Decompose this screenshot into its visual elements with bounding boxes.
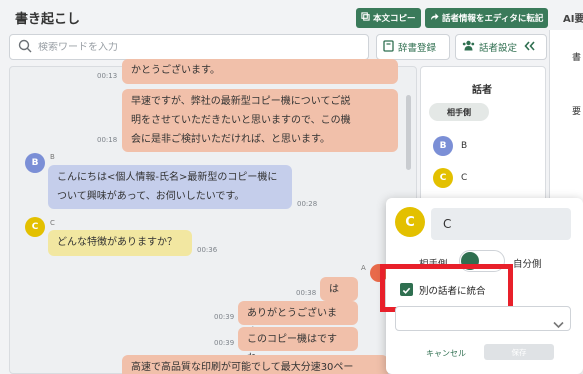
message-time: 00:18	[97, 136, 118, 144]
ai-text: 要	[572, 107, 582, 117]
speaker-avatar-b: B	[25, 153, 45, 173]
speaker-name: C	[461, 173, 468, 183]
message-bubble: かとうございます。	[122, 59, 398, 84]
copy-icon	[361, 12, 370, 24]
message-bubble: ありがとうございます。	[238, 301, 358, 338]
message-bubble: どんな特徴がありますか？	[48, 230, 192, 256]
speaker-name-input[interactable]	[431, 208, 571, 240]
speaker-avatar-c: C	[395, 207, 425, 237]
search-icon	[18, 38, 32, 57]
book-icon	[383, 39, 394, 55]
message-line: 明をさせていただきたいと思いますので、この機	[131, 115, 351, 126]
speaker-panel-title: 話者	[472, 85, 492, 96]
chevron-down-icon	[553, 314, 564, 333]
copy-text-button[interactable]: 本文コピー	[356, 8, 421, 28]
double-chevron-left-icon	[524, 40, 535, 54]
speaker-avatar-c: C	[25, 217, 45, 237]
ai-summary-label: AI要	[563, 14, 583, 25]
message-text: 高速で高品質な印刷が可能でして最大分速30ペー	[131, 362, 354, 373]
message-time: 00:28	[297, 200, 318, 208]
speaker-avatar-c: C	[433, 168, 453, 188]
message-time: 00:39	[214, 313, 235, 321]
transfer-to-editor-button[interactable]: 話者情報をエディタに転記	[425, 8, 548, 28]
message-text: かとうございます。	[131, 65, 220, 76]
message-line: こんにちは<個人情報-氏名>最新型のコピー機に	[57, 172, 278, 183]
message-bubble: こんにちは<個人情報-氏名>最新型のコピー機に ついて興味があって、お伺いしたい…	[48, 165, 292, 209]
message-line: 早速ですが、弊社の最新型コピー機についてご説	[131, 96, 351, 107]
speaker-item-b[interactable]: B B	[433, 136, 467, 156]
message-text: どんな特徴がありますか？	[57, 237, 177, 248]
message-bubble: このコピー機はですね。	[238, 327, 358, 364]
other-party-chip: 相手側	[429, 103, 489, 121]
copy-text-label: 本文コピー	[373, 14, 416, 24]
transcript-scrollbar[interactable]	[406, 95, 411, 170]
share-icon	[430, 12, 439, 24]
message-line: 会に是非ご検討いただければ、と思います。	[131, 134, 330, 145]
speaker-letter: A	[361, 264, 366, 272]
speaker-letter: C	[50, 219, 55, 227]
ai-text: 書	[572, 53, 582, 63]
speaker-letter: B	[50, 153, 55, 161]
people-icon	[462, 40, 475, 54]
toggle-right-label: 自分側	[513, 259, 542, 270]
annotation-highlight-box	[380, 264, 513, 312]
speaker-item-c[interactable]: C C	[433, 168, 467, 188]
dictionary-register-button[interactable]: 辞書登録	[376, 34, 450, 60]
transfer-label: 話者情報をエディタに転記	[442, 14, 544, 24]
cancel-button[interactable]: キャンセル	[426, 348, 466, 359]
message-bubble: はい。	[320, 277, 358, 314]
merge-target-select[interactable]	[395, 306, 571, 331]
page-title: 書き起こし	[15, 12, 81, 27]
message-time: 00:38	[296, 289, 317, 297]
search-box[interactable]	[9, 34, 369, 60]
message-bubble: 高速で高品質な印刷が可能でして最大分速30ペー	[122, 355, 388, 374]
message-time: 00:13	[97, 72, 118, 80]
speaker-settings-label: 話者設定	[479, 43, 518, 54]
message-time: 00:36	[197, 246, 218, 254]
message-line: ついて興味があって、お伺いしたいです。	[57, 191, 245, 202]
message-bubble: 早速ですが、弊社の最新型コピー機についてご説 明をさせていただきたいと思いますの…	[122, 89, 398, 152]
message-time: 00:39	[214, 339, 235, 347]
speaker-avatar-b: B	[433, 136, 453, 156]
speaker-settings-button[interactable]: 話者設定	[455, 34, 547, 60]
search-input[interactable]	[38, 41, 358, 53]
speaker-name: B	[461, 141, 468, 151]
dictionary-register-label: 辞書登録	[398, 43, 437, 54]
save-button[interactable]: 保存	[484, 344, 554, 360]
